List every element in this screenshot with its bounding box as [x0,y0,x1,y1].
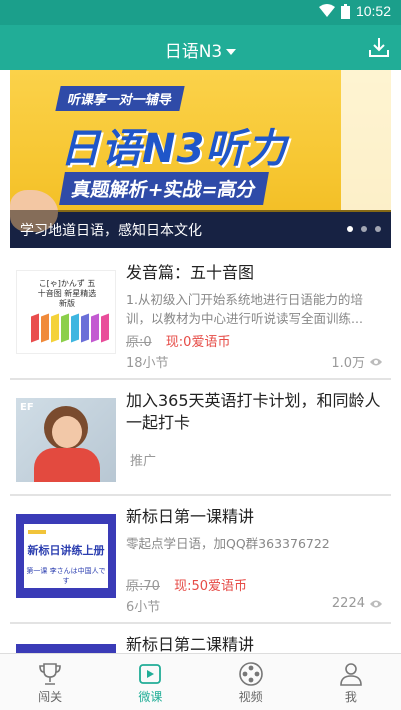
course-thumbnail: 新标日讲练上册 第一课 李さんは中国人です [16,514,116,598]
banner-headline: 日语N3听力 [60,126,288,172]
banner-caption: 学习地道日语，感知日本文化 [20,223,202,239]
nav-tab-microlesson[interactable]: 微课 [100,654,200,710]
app-title: 日语N3 [164,42,223,62]
eye-icon [370,600,382,607]
course-list: こ[ゃ]かんず 五十音图 新星精选新版 发音篇：五十音图 1.从初级入门开始系统… [10,252,391,710]
status-time: 10:52 [355,3,391,19]
course-description: 零起点学日语，加QQ群363376722 [126,536,330,551]
course-description: 1.从初级入门开始系统地进行日语能力的培训，以教材为中心进行听说读写全面训练..… [126,292,363,326]
course-item[interactable]: 新标日讲练上册 第一课 李さんは中国人です 新标日第一课精讲 零起点学日语，加Q… [10,496,391,624]
person-icon [340,663,362,686]
lesson-count: 6小节 [126,600,161,615]
thumbnail-text: こ[ゃ]かんず 五十音图 新星精选新版 [37,279,97,308]
carousel-dot [347,226,353,232]
banner-subline: 真题解析+实战=高分 [59,172,269,205]
thumbnail-subtext: 第一课 李さんは中国人です [26,567,106,585]
battery-icon [340,3,350,19]
eye-icon [370,358,382,365]
course-prices: 原:70 现:50爱语币 [126,575,247,594]
view-count-value: 2224 [331,596,365,611]
course-thumbnail: こ[ゃ]かんず 五十音图 新星精选新版 [16,270,116,354]
caret-down-icon [226,49,237,55]
original-price: 原:0 [126,335,152,350]
nav-label: 视频 [238,690,263,704]
level-selector[interactable]: 日语N3 [0,37,401,62]
nav-label: 闯关 [38,690,63,704]
course-prices: 原:0 现:0爱语币 [126,331,230,350]
promo-item[interactable]: EF 加入365天英语打卡计划，和同龄人一起打卡 推广 [10,380,391,496]
nav-tab-challenge[interactable]: 闯关 [0,654,100,710]
promo-banner[interactable]: 听课享一对一辅导 日语N3听力 真题解析+实战=高分 学习地道日语，感知日本文化 [10,70,391,248]
promo-tag: 推广 [130,454,157,469]
film-reel-icon [238,662,263,686]
app-bar: 日语N3 [0,25,401,70]
view-count-value: 1.0万 [331,356,365,371]
view-count: 2224 [332,596,383,611]
carousel-indicator [347,226,381,232]
status-bar: 10:52 [0,0,401,25]
thumbnail-text: 新标日讲练上册 [27,544,105,557]
course-title: 发音篇：五十音图 [126,263,255,282]
course-title: 新标日第一课精讲 [126,507,255,526]
lesson-count: 18小节 [126,356,169,371]
bottom-nav: 闯关 微课 视频 我 [0,653,401,710]
current-price: 现:50爱语币 [174,579,248,594]
ef-logo: EF [20,402,34,413]
nav-tab-video[interactable]: 视频 [201,654,301,710]
course-item[interactable]: こ[ゃ]かんず 五十音图 新星精选新版 发音篇：五十音图 1.从初级入门开始系统… [10,252,391,380]
promo-title: 加入365天英语打卡计划，和同龄人一起打卡 [126,391,381,432]
nav-label: 微课 [138,690,163,704]
banner-tagline: 听课享一对一辅导 [55,86,185,111]
wifi-icon [318,4,335,17]
nav-label: 我 [344,690,357,704]
carousel-dot [375,226,381,232]
current-price: 现:0爱语币 [165,335,231,350]
view-count: 1.0万 [331,352,383,371]
download-icon[interactable] [367,35,391,59]
play-icon [139,664,162,684]
carousel-dot [361,226,367,232]
original-price: 原:70 [126,579,160,594]
trophy-icon [39,663,61,685]
promo-thumbnail: EF [16,398,116,482]
nav-tab-me[interactable]: 我 [301,654,401,710]
